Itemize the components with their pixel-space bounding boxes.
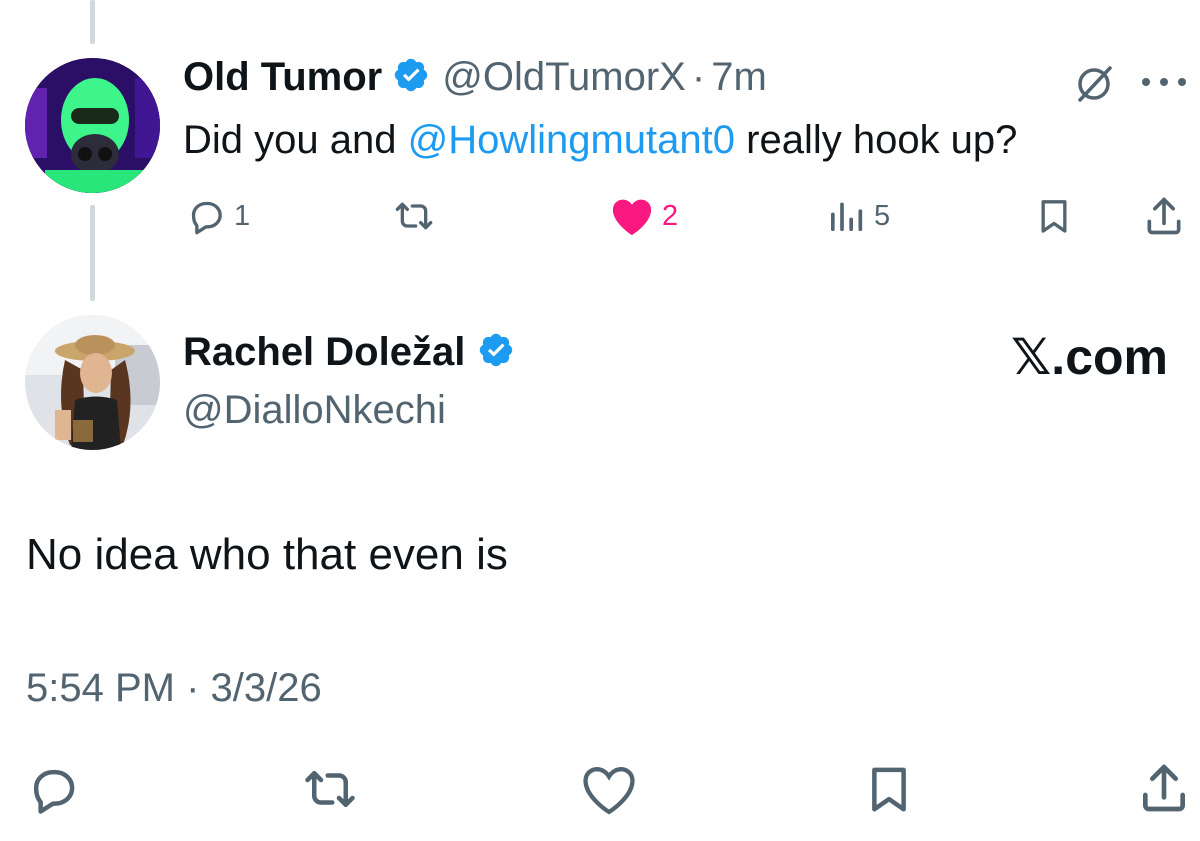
retweet-icon[interactable]	[300, 762, 360, 816]
post-timestamp[interactable]: 5:54 PM · 3/3/26	[26, 666, 322, 711]
views-count: 5	[874, 199, 891, 232]
avatar-rachel[interactable]	[25, 315, 160, 450]
time-ago[interactable]: 7m	[711, 55, 767, 100]
reply-text-part1: Did you and	[183, 118, 408, 162]
more-icon[interactable]	[1140, 75, 1188, 89]
thread-line-top	[90, 0, 95, 44]
separator-dot: ·	[691, 55, 706, 99]
reply-text-part2: really hook up?	[735, 118, 1018, 162]
retweet-action[interactable]	[392, 196, 436, 236]
avatar-image	[25, 58, 160, 193]
author-name[interactable]: Old Tumor	[183, 55, 382, 100]
verified-badge-icon	[392, 56, 430, 99]
reply-action[interactable]: 1	[186, 196, 250, 236]
views-action[interactable]: 5	[826, 196, 890, 236]
retweet-icon	[392, 196, 436, 236]
avatar-image	[25, 315, 160, 450]
views-icon	[826, 196, 866, 236]
share-icon[interactable]	[1142, 194, 1186, 238]
grok-icon[interactable]	[1072, 62, 1116, 106]
like-count: 2	[662, 199, 679, 232]
share-icon[interactable]	[1136, 760, 1192, 816]
bookmark-icon[interactable]	[862, 762, 916, 816]
author-name[interactable]: Rachel Doležal	[183, 330, 465, 375]
mention-link[interactable]: @Howlingmutant0	[408, 118, 735, 162]
like-action[interactable]: 2	[610, 196, 678, 236]
reply-header: Old Tumor @OldTumorX · 7m	[183, 55, 767, 100]
thread-line-middle	[90, 205, 95, 301]
main-post-header: Rachel Doležal	[183, 330, 515, 375]
reply-icon	[186, 196, 226, 236]
verified-badge-icon	[477, 331, 515, 374]
post-text: No idea who that even is	[26, 530, 508, 579]
reply-icon[interactable]	[26, 762, 80, 816]
bookmark-icon[interactable]	[1034, 196, 1074, 236]
heart-filled-icon	[610, 196, 654, 236]
watermark: 𝕏.com	[1011, 329, 1168, 385]
avatar-old-tumor[interactable]	[25, 58, 160, 193]
author-handle[interactable]: @DialloNkechi	[183, 388, 446, 433]
heart-outline-icon[interactable]	[580, 762, 638, 816]
reply-count: 1	[234, 199, 251, 232]
reply-text: Did you and @Howlingmutant0 really hook …	[183, 118, 1017, 163]
author-handle[interactable]: @OldTumorX	[442, 55, 686, 100]
